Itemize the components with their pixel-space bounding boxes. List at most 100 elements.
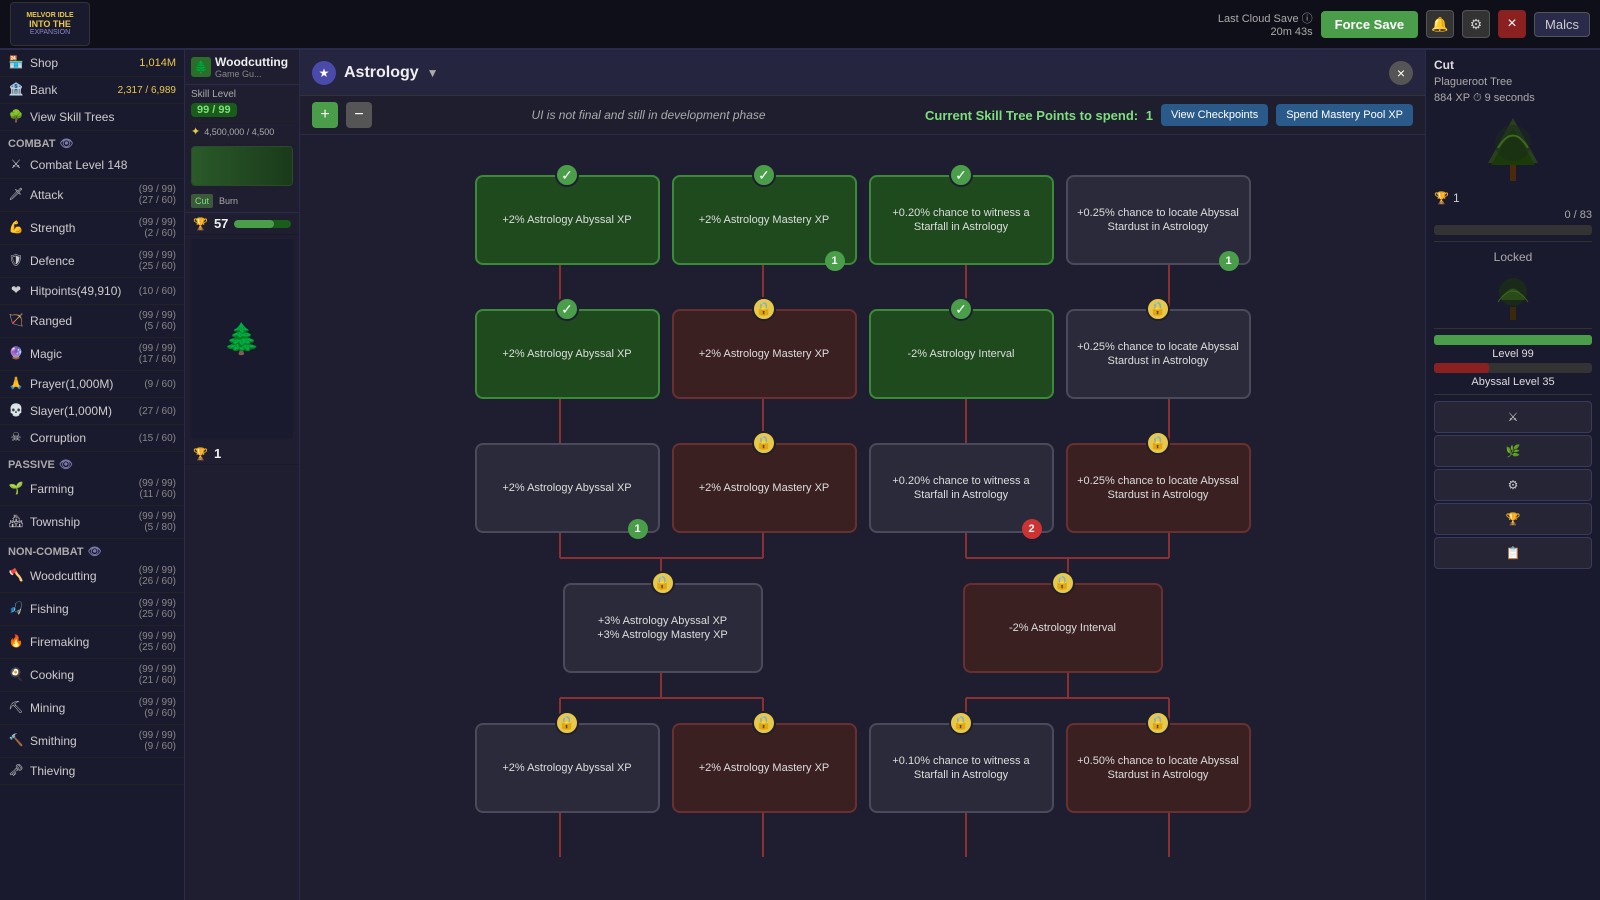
sidebar-item-attack[interactable]: 🗡 Attack (99 / 99)(27 / 60)	[0, 179, 184, 212]
tree-node-5-4[interactable]: 🔒 +0.50% chance to locate Abyssal Stardu…	[1066, 723, 1251, 813]
tree-row-1: ✓ +2% Astrology Abyssal XP ✓ +2% Astrolo…	[463, 175, 1263, 265]
sidebar-item-magic[interactable]: 🔮 Magic (99 / 99)(17 / 60)	[0, 338, 184, 371]
node-lock-2-4: 🔒	[1146, 297, 1170, 321]
xp-label: 884 XP ⏱ 9 seconds	[1434, 92, 1592, 105]
woodcutting-panel-title: Woodcutting	[215, 55, 288, 69]
spend-mastery-button[interactable]: Spend Mastery Pool XP	[1276, 104, 1413, 126]
sidebar-item-corruption[interactable]: ☠ Corruption (15 / 60)	[0, 425, 184, 452]
node-text-5-4: +0.50% chance to locate Abyssal Stardust…	[1076, 754, 1241, 783]
smithing-stats: (99 / 99)(9 / 60)	[139, 730, 176, 752]
defence-stats: (99 / 99)(25 / 60)	[139, 250, 176, 272]
skill-level-badge: 99 / 99	[191, 103, 237, 117]
abyssal-bar	[1434, 363, 1592, 373]
plus-button[interactable]: +	[312, 102, 338, 128]
sidebar-item-thieving[interactable]: 🗝 Thieving	[0, 758, 184, 785]
score-57-value: 57	[214, 216, 228, 231]
sidebar-item-slayer[interactable]: 💀 Slayer(1,000M) (27 / 60)	[0, 398, 184, 425]
skill-pts-value: 1	[1146, 108, 1153, 123]
node-lock-3-2: 🔒	[752, 431, 776, 455]
sidebar-item-township[interactable]: 🏘 Township (99 / 99)(5 / 80)	[0, 506, 184, 539]
settings-button[interactable]: ⚙	[1462, 10, 1490, 38]
sidebar-item-woodcutting[interactable]: 🪓 Woodcutting (99 / 99)(26 / 60)	[0, 560, 184, 593]
minus-button[interactable]: −	[346, 102, 372, 128]
astrology-close-button[interactable]: ×	[1389, 61, 1413, 85]
rp-icon-3[interactable]: ⚙	[1434, 469, 1592, 501]
skill-tree-wrapper: ✓ +2% Astrology Abyssal XP ✓ +2% Astrolo…	[300, 135, 1425, 867]
tree-node-1-2[interactable]: ✓ +2% Astrology Mastery XP 1	[672, 175, 857, 265]
tree-node-1-4[interactable]: +0.25% chance to locate Abyssal Stardust…	[1066, 175, 1251, 265]
sidebar-item-hitpoints[interactable]: ❤ Hitpoints(49,910) (10 / 60)	[0, 278, 184, 305]
topbar: MELVOR IDLE INTO THE EXPANSION Last Clou…	[0, 0, 1600, 50]
sidebar-bank-label: Bank	[30, 83, 112, 97]
tree-node-5-1[interactable]: 🔒 +2% Astrology Abyssal XP	[475, 723, 660, 813]
skill-trees-icon: 🌳	[8, 109, 24, 125]
tree-node-3-4[interactable]: 🔒 +0.25% chance to locate Abyssal Stardu…	[1066, 443, 1251, 533]
tree-node-3-3[interactable]: +0.20% chance to witness a Starfall in A…	[869, 443, 1054, 533]
progress-fraction: 0 / 83	[1434, 209, 1592, 221]
view-checkpoints-button[interactable]: View Checkpoints	[1161, 104, 1268, 126]
trophy-icon-57: 🏆	[193, 217, 208, 231]
sidebar-item-bank[interactable]: 🏦 Bank 2,317 / 6,989	[0, 77, 184, 104]
tree-node-4-1[interactable]: 🔒 +3% Astrology Abyssal XP+3% Astrology …	[563, 583, 763, 673]
tree-node-2-4[interactable]: 🔒 +0.25% chance to locate Abyssal Stardu…	[1066, 309, 1251, 399]
sidebar-item-mining[interactable]: ⛏ Mining (99 / 99)(9 / 60)	[0, 692, 184, 725]
tree-node-2-1[interactable]: ✓ +2% Astrology Abyssal XP	[475, 309, 660, 399]
skill-xp-value: 4,500,000 / 4,500	[204, 127, 274, 137]
township-icon: 🏘	[8, 514, 24, 530]
astrology-main-panel: ★ Astrology ▼ × + − UI is not final and …	[300, 50, 1425, 900]
tree-node-5-3[interactable]: 🔒 +0.10% chance to witness a Starfall in…	[869, 723, 1054, 813]
trophy-icon-1: 🏆	[193, 447, 208, 461]
node-lock-4-1: 🔒	[651, 571, 675, 595]
passive-visibility-toggle[interactable]: 👁	[59, 458, 73, 471]
tree-node-1-3[interactable]: ✓ +0.20% chance to witness a Starfall in…	[869, 175, 1054, 265]
tree-node-2-2[interactable]: 🔒 +2% Astrology Mastery XP	[672, 309, 857, 399]
mining-label: Mining	[30, 701, 133, 715]
last-cloud-label: Last Cloud Save ⓘ	[1218, 10, 1313, 26]
astrology-dropdown-arrow[interactable]: ▼	[427, 66, 439, 80]
sidebar-item-ranged[interactable]: 🏹 Ranged (99 / 99)(5 / 60)	[0, 305, 184, 338]
tab-burn[interactable]: Burn	[215, 194, 242, 208]
tree-row-5: 🔒 +2% Astrology Abyssal XP 🔒 +2% Astrolo…	[463, 723, 1263, 813]
node-text-3-2: +2% Astrology Mastery XP	[699, 481, 830, 495]
township-label: Township	[30, 515, 133, 529]
tree-node-4-2[interactable]: 🔒 -2% Astrology Interval	[963, 583, 1163, 673]
sidebar-item-shop[interactable]: 🏪 Shop 1,014M	[0, 50, 184, 77]
node-text-3-4: +0.25% chance to locate Abyssal Stardust…	[1076, 474, 1241, 503]
close-button[interactable]: ×	[1498, 10, 1526, 38]
node-text-2-4: +0.25% chance to locate Abyssal Stardust…	[1076, 340, 1241, 369]
hitpoints-label: Hitpoints(49,910)	[30, 284, 133, 298]
sidebar-item-fishing[interactable]: 🎣 Fishing (99 / 99)(25 / 60)	[0, 593, 184, 626]
sidebar-item-farming[interactable]: 🌱 Farming (99 / 99)(11 / 60)	[0, 473, 184, 506]
rp-icon-5[interactable]: 📋	[1434, 537, 1592, 569]
rp-icon-2[interactable]: 🌿	[1434, 435, 1592, 467]
tree-row-3: +2% Astrology Abyssal XP 1 🔒 +2% Astrolo…	[463, 443, 1263, 533]
tree-node-5-2[interactable]: 🔒 +2% Astrology Mastery XP	[672, 723, 857, 813]
sidebar-item-cooking[interactable]: 🍳 Cooking (99 / 99)(21 / 60)	[0, 659, 184, 692]
non-combat-visibility-toggle[interactable]: 👁	[88, 545, 102, 558]
tab-cut[interactable]: Cut	[191, 194, 213, 208]
sidebar-item-smithing[interactable]: 🔨 Smithing (99 / 99)(9 / 60)	[0, 725, 184, 758]
notification-bell-button[interactable]: 🔔	[1426, 10, 1454, 38]
passive-section-header: PASSIVE 👁	[0, 452, 184, 473]
strength-stats: (99 / 99)(2 / 60)	[139, 217, 176, 239]
sidebar-item-view-skill-trees[interactable]: 🌳 View Skill Trees	[0, 104, 184, 131]
strength-icon: 💪	[8, 220, 24, 236]
sidebar-item-firemaking[interactable]: 🔥 Firemaking (99 / 99)(25 / 60)	[0, 626, 184, 659]
tree-node-1-1[interactable]: ✓ +2% Astrology Abyssal XP	[475, 175, 660, 265]
tree-node-3-2[interactable]: 🔒 +2% Astrology Mastery XP	[672, 443, 857, 533]
trophy-progress-row: 🏆 1	[1434, 191, 1592, 205]
sidebar-item-strength[interactable]: 💪 Strength (99 / 99)(2 / 60)	[0, 212, 184, 245]
force-save-button[interactable]: Force Save	[1321, 11, 1418, 38]
tree-node-3-1[interactable]: +2% Astrology Abyssal XP 1	[475, 443, 660, 533]
rp-icon-1[interactable]: ⚔	[1434, 401, 1592, 433]
magic-stats: (99 / 99)(17 / 60)	[139, 343, 176, 365]
tree-node-2-3[interactable]: ✓ -2% Astrology Interval	[869, 309, 1054, 399]
sidebar-item-defence[interactable]: 🛡 Defence (99 / 99)(25 / 60)	[0, 245, 184, 278]
magic-icon: 🔮	[8, 346, 24, 362]
sidebar-item-prayer[interactable]: 🙏 Prayer(1,000M) (9 / 60)	[0, 371, 184, 398]
cut-label: Cut	[1434, 58, 1592, 72]
connector-svg-1-2	[463, 265, 1263, 309]
user-account-button[interactable]: Malcs	[1534, 12, 1590, 37]
rp-icon-4[interactable]: 🏆	[1434, 503, 1592, 535]
combat-visibility-toggle[interactable]: 👁	[59, 137, 73, 150]
